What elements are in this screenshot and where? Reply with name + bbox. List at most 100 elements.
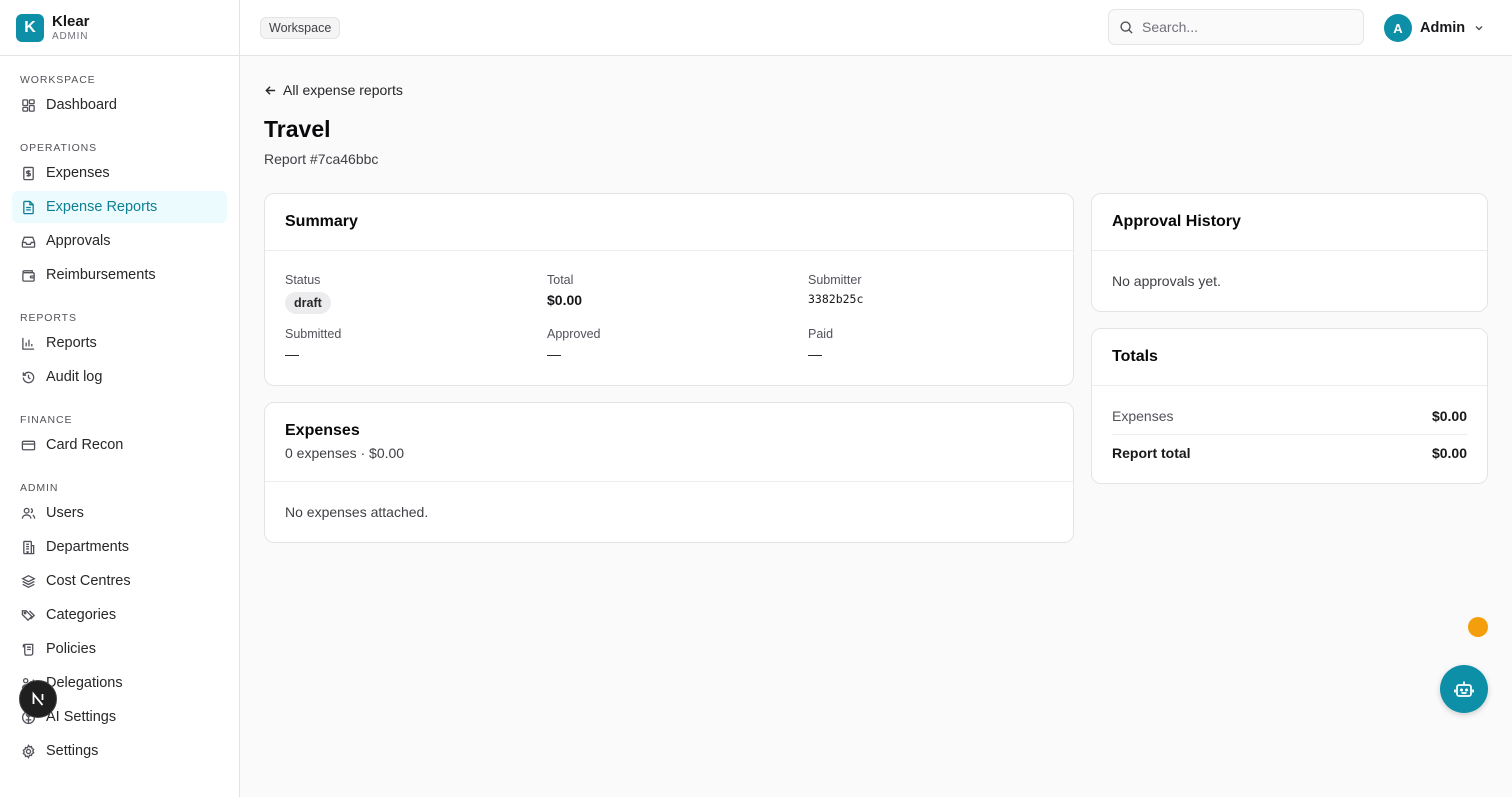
user-name: Admin — [1420, 20, 1466, 36]
brand-logo: K — [16, 13, 44, 42]
total-field: Total $0.00 — [547, 273, 582, 308]
sidebar-item-reimbursements[interactable]: Reimbursements — [12, 259, 227, 291]
section-label-finance: FINANCE — [20, 414, 73, 426]
n-logo-icon — [32, 691, 44, 706]
sidebar-item-audit-log[interactable]: Audit log — [12, 361, 227, 393]
sidebar: K Klear ADMIN WORKSPACE Dashboard OPERAT… — [0, 0, 240, 797]
empty-state: No approvals yet. — [1112, 273, 1221, 289]
sidebar-item-label: Reports — [46, 335, 97, 351]
totals-value: $0.00 — [1431, 445, 1467, 461]
field-label: Approved — [547, 327, 601, 341]
search-box[interactable] — [1108, 9, 1364, 45]
bar-chart-icon — [20, 335, 36, 351]
chevron-down-icon — [1473, 22, 1485, 34]
totals-value: $0.00 — [1431, 408, 1467, 424]
submitted-value: — — [285, 346, 299, 362]
sidebar-item-settings[interactable]: Settings — [12, 735, 227, 767]
back-link-label: All expense reports — [283, 82, 403, 98]
total-value: $0.00 — [547, 292, 583, 308]
status-badge: draft — [285, 292, 331, 314]
sidebar-item-card-recon[interactable]: Card Recon — [12, 429, 227, 461]
breadcrumb[interactable]: Workspace — [260, 17, 341, 39]
approved-field: Approved — — [547, 327, 601, 362]
sidebar-item-cost-centres[interactable]: Cost Centres — [12, 565, 227, 597]
building-icon — [20, 539, 36, 555]
search-icon — [1119, 20, 1134, 35]
section-label-operations: OPERATIONS — [20, 142, 98, 154]
brand-subtitle: ADMIN — [52, 30, 89, 42]
sidebar-item-label: Reimbursements — [46, 267, 156, 283]
sidebar-item-label: Categories — [46, 607, 117, 623]
brand[interactable]: K Klear ADMIN — [0, 0, 239, 56]
field-label: Total — [547, 273, 574, 287]
arrow-left-icon — [264, 84, 277, 97]
expenses-card: Expenses 0 expenses · $0.00 No expenses … — [264, 402, 1074, 543]
assistant-button[interactable] — [1440, 665, 1488, 713]
field-label: Submitter — [808, 273, 862, 287]
brand-name: Klear — [52, 12, 90, 30]
expenses-count: 0 expenses · $0.00 — [285, 445, 405, 461]
sidebar-item-label: Dashboard — [46, 97, 117, 113]
field-label: Paid — [808, 327, 834, 341]
totals-row-expenses: Expenses $0.00 — [1112, 408, 1467, 424]
notification-dot — [1468, 617, 1488, 637]
sidebar-item-label: Expenses — [46, 165, 110, 181]
sidebar-item-departments[interactable]: Departments — [12, 531, 227, 563]
card-title: Summary — [285, 213, 358, 230]
card-title: Totals — [1112, 348, 1158, 365]
users-icon — [20, 505, 36, 521]
section-label-reports: REPORTS — [20, 312, 77, 324]
user-menu[interactable]: A Admin — [1384, 14, 1485, 42]
card-title: Expenses — [285, 422, 360, 439]
sidebar-nav: WORKSPACE Dashboard OPERATIONS Expenses … — [0, 74, 239, 767]
card-title: Approval History — [1112, 213, 1241, 230]
section-label-admin: ADMIN — [20, 482, 59, 494]
back-link[interactable]: All expense reports — [264, 82, 403, 98]
history-icon — [20, 369, 36, 385]
sidebar-item-expenses[interactable]: Expenses — [12, 157, 227, 189]
inbox-icon — [20, 233, 36, 249]
search-input[interactable] — [1142, 19, 1342, 35]
robot-icon — [1454, 681, 1474, 697]
submitted-field: Submitted — — [285, 327, 341, 362]
avatar: A — [1384, 14, 1412, 42]
totals-row-report-total: Report total $0.00 — [1112, 445, 1467, 461]
receipt-dollar-icon — [20, 165, 36, 181]
status-field: Status draft — [285, 273, 331, 314]
sidebar-item-expense-reports[interactable]: Expense Reports — [12, 191, 227, 223]
gear-icon — [20, 743, 36, 759]
paid-field: Paid — — [808, 327, 833, 362]
sidebar-item-label: Departments — [46, 539, 130, 555]
approval-history-card: Approval History No approvals yet. — [1091, 193, 1488, 312]
sidebar-item-categories[interactable]: Categories — [12, 599, 227, 631]
field-label: Status — [285, 273, 321, 287]
sidebar-item-label: Approvals — [46, 233, 111, 249]
paid-value: — — [808, 346, 822, 362]
sidebar-item-dashboard[interactable]: Dashboard — [12, 89, 227, 121]
sidebar-item-users[interactable]: Users — [12, 497, 227, 529]
file-text-icon — [20, 199, 36, 215]
sidebar-item-label: Delegations — [46, 675, 123, 691]
totals-label: Expenses — [1112, 408, 1174, 424]
sidebar-item-label: AI Settings — [46, 709, 117, 725]
sidebar-item-approvals[interactable]: Approvals — [12, 225, 227, 257]
totals-card: Totals Expenses $0.00 Report total $0.00 — [1091, 328, 1488, 484]
sidebar-item-label: Policies — [46, 641, 96, 657]
sidebar-item-label: Expense Reports — [46, 199, 158, 215]
empty-state: No expenses attached. — [285, 504, 429, 520]
report-id: Report #7ca46bbc — [264, 151, 379, 167]
sidebar-item-label: Card Recon — [46, 437, 124, 453]
layers-icon — [20, 573, 36, 589]
sidebar-item-label: Cost Centres — [46, 573, 131, 589]
field-label: Submitted — [285, 327, 342, 341]
sidebar-item-reports[interactable]: Reports — [12, 327, 227, 359]
sidebar-item-policies[interactable]: Policies — [12, 633, 227, 665]
grid-icon — [20, 97, 36, 113]
dev-tools-badge[interactable] — [19, 680, 57, 718]
scroll-icon — [20, 641, 36, 657]
topbar: Workspace A Admin — [240, 0, 1512, 56]
sidebar-item-label: Audit log — [46, 369, 103, 385]
sidebar-item-label: Users — [46, 505, 84, 521]
totals-label: Report total — [1112, 445, 1191, 461]
submitter-field: Submitter 3382b25c — [808, 273, 863, 306]
